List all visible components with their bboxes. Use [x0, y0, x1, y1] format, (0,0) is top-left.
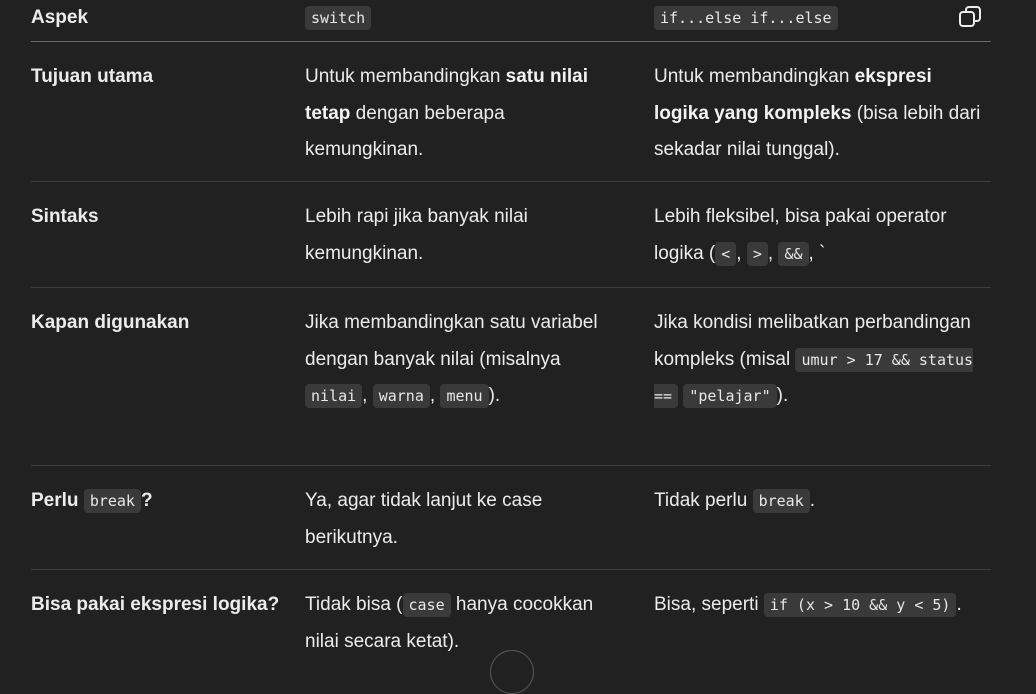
aspect-cell: Perlu break?: [31, 483, 291, 520]
header-switch-code: switch: [305, 6, 372, 30]
switch-cell: Untuk membandingkan satu nilai tetap den…: [305, 59, 605, 169]
switch-cell: Jika membandingkan satu variabel dengan …: [305, 305, 605, 415]
copy-icon[interactable]: [957, 4, 983, 30]
text-span: Perlu: [31, 490, 84, 511]
switch-cell: Ya, agar tidak lanjut ke case berikutnya…: [305, 490, 543, 548]
ifelse-cell: Lebih fleksibel, bisa pakai operator log…: [654, 199, 991, 272]
comparison-table: Aspek switch if...else if...else Tujuan …: [31, 0, 991, 680]
separator: ,: [362, 385, 373, 406]
header-ifelse-code: if...else if...else: [654, 6, 838, 30]
inline-code: &&: [778, 241, 809, 266]
header-ifelse: if...else if...else: [654, 0, 991, 36]
header-aspek: Aspek: [31, 7, 89, 28]
inline-code: if (x > 10 && y < 5): [763, 593, 957, 617]
table-row: Perlu break? Ya, agar tidak lanjut ke ca…: [31, 466, 991, 570]
text-span: .: [956, 594, 962, 615]
text-span: Bisa, seperti: [654, 594, 764, 615]
aspect-cell: Kapan digunakan: [31, 312, 190, 333]
text-span: .: [809, 490, 815, 511]
table-row: Kapan digunakan Jika membandingkan satu …: [31, 288, 991, 466]
separator: ,: [736, 242, 747, 264]
text-span: ?: [140, 490, 153, 511]
inline-code: <: [715, 241, 737, 266]
table-header-row: Aspek switch if...else if...else: [31, 0, 991, 42]
inline-code: case: [402, 593, 451, 617]
text-span: ).: [776, 385, 789, 406]
separator: ,: [767, 242, 779, 264]
text-span: Jika membandingkan satu variabel dengan …: [305, 312, 598, 370]
ifelse-cell: Jika kondisi melibatkan perbandingan kom…: [654, 305, 991, 415]
inline-code: "pelajar": [683, 384, 777, 408]
switch-cell: Lebih rapi jika banyak nilai kemungkinan…: [305, 206, 528, 264]
inline-code: nilai: [305, 384, 363, 408]
text-span: Tidak bisa (: [305, 594, 403, 615]
header-switch: switch: [305, 0, 605, 36]
switch-cell: Tidak bisa (case hanya cocokkan nilai se…: [305, 587, 605, 660]
ifelse-cell: Tidak perlu break.: [654, 483, 991, 520]
scroll-down-button[interactable]: [490, 650, 534, 694]
table-row: Sintaks Lebih rapi jika banyak nilai kem…: [31, 182, 991, 288]
inline-code: break: [83, 489, 141, 513]
inline-code: menu: [440, 384, 489, 408]
aspect-cell: Bisa pakai ekspresi logika?: [31, 594, 280, 615]
ifelse-cell: Bisa, seperti if (x > 10 && y < 5).: [654, 587, 991, 624]
table-row: Tujuan utama Untuk membandingkan satu ni…: [31, 42, 991, 182]
inline-code: break: [752, 489, 810, 513]
ifelse-cell: Untuk membandingkan ekspresi logika yang…: [654, 59, 991, 169]
text-span: Untuk membandingkan: [305, 66, 506, 87]
inline-code: warna: [372, 384, 430, 408]
text-span: Untuk membandingkan: [654, 66, 855, 87]
inline-code: >: [746, 241, 768, 266]
aspect-cell: Sintaks: [31, 206, 99, 227]
aspect-cell: Tujuan utama: [31, 66, 154, 87]
text-span: ).: [488, 385, 501, 406]
text-span: , `: [808, 242, 826, 264]
text-span: Tidak perlu: [654, 490, 753, 511]
separator: ,: [429, 385, 441, 406]
